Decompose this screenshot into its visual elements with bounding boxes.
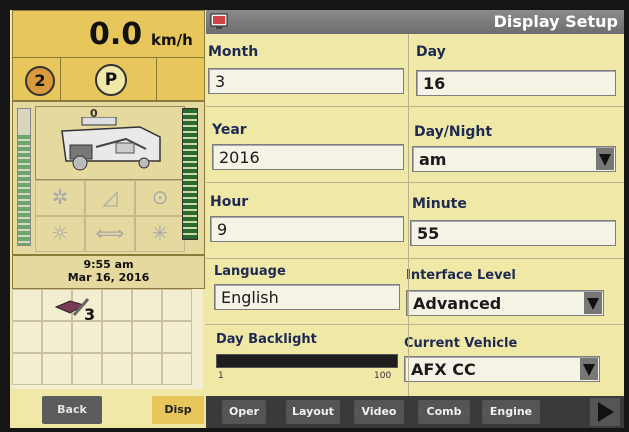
day-night-value: am [419, 150, 447, 169]
clock: 9:55 am Mar 16, 2016 [12, 255, 205, 289]
hazard-icon: ⟺ [85, 216, 135, 252]
gear-icon: 2 [25, 66, 55, 96]
minute-field[interactable]: 55 [410, 220, 616, 246]
tab-oper[interactable]: Oper [222, 400, 266, 424]
monitor-bezel: 0.0 km/h 2 P 0 ✲ ◿ ⊙ ☼ ⟺ ✳ 9:55 am Mar 1… [0, 0, 629, 432]
year-label: Year [212, 122, 247, 138]
park-icon: P [95, 64, 127, 96]
ramp-icon: ◿ [85, 180, 135, 216]
month-label: Month [208, 44, 259, 60]
wrench-count: 3 [84, 305, 96, 324]
chevron-down-icon[interactable] [596, 148, 614, 170]
year-field[interactable]: 2016 [212, 144, 404, 170]
screen: 0.0 km/h 2 P 0 ✲ ◿ ⊙ ☼ ⟺ ✳ 9:55 am Mar 1… [10, 10, 624, 428]
combine-view: 0 [35, 106, 185, 180]
current-vehicle-dropdown[interactable]: AFX CC [404, 356, 600, 382]
beacon-icon: ✳ [135, 216, 185, 252]
disp-button[interactable]: Disp [152, 396, 204, 424]
gear-cell: 2 [12, 57, 62, 101]
clock-time: 9:55 am [83, 258, 134, 271]
chevron-down-icon[interactable] [584, 292, 602, 314]
backlight-max: 100 [374, 371, 392, 381]
speed-display: 0.0 km/h [12, 10, 205, 64]
shortcut-grid: 3 [12, 289, 203, 389]
minute-label: Minute [412, 196, 467, 212]
interface-level-value: Advanced [413, 294, 502, 313]
status-column: 0.0 km/h 2 P 0 ✲ ◿ ⊙ ☼ ⟺ ✳ 9:55 am Mar 1… [12, 10, 206, 428]
gear-cell-empty [156, 57, 205, 101]
backlight-min: 1 [218, 371, 224, 381]
display-setup-panel: Display Setup Month 3 Day 16 Year 2016 D… [206, 10, 624, 396]
tab-engine[interactable]: Engine [482, 400, 540, 424]
page-title: Display Setup [493, 12, 618, 31]
title-bar: Display Setup [206, 10, 624, 34]
month-field[interactable]: 3 [208, 68, 404, 94]
header-count: 0 [90, 107, 98, 120]
speed-unit: km/h [151, 31, 193, 49]
language-label: Language [214, 264, 286, 279]
next-arrow-icon[interactable] [590, 398, 620, 426]
day-backlight-label: Day Backlight [216, 332, 317, 347]
display-setup-icon [210, 13, 228, 29]
hour-label: Hour [210, 194, 249, 210]
chevron-down-icon[interactable] [580, 358, 598, 380]
left-nav: Back Disp [12, 392, 206, 428]
day-night-dropdown[interactable]: am [412, 146, 616, 172]
park-cell: P [60, 57, 158, 101]
language-field[interactable]: English [214, 284, 400, 310]
hour-field[interactable]: 9 [210, 216, 404, 242]
day-night-label: Day/Night [414, 124, 493, 140]
speed-value: 0.0 [89, 17, 143, 52]
right-level-bar [182, 108, 198, 240]
back-button[interactable]: Back [42, 396, 102, 424]
function-icons-row-1: ✲ ◿ ⊙ [35, 180, 185, 216]
machine-panel: 0 ✲ ◿ ⊙ ☼ ⟺ ✳ [12, 101, 205, 255]
bottom-tab-bar: Oper Layout Video Comb Engine [206, 396, 624, 428]
left-level-bar [17, 108, 31, 246]
current-vehicle-label: Current Vehicle [404, 336, 518, 351]
snowflake-icon: ✲ [35, 180, 85, 216]
tab-layout[interactable]: Layout [286, 400, 340, 424]
tab-comb[interactable]: Comb [418, 400, 470, 424]
combine-icon [61, 117, 161, 171]
day-backlight-slider[interactable] [216, 354, 398, 368]
current-vehicle-value: AFX CC [411, 360, 476, 379]
headlight-icon: ☼ [35, 216, 85, 252]
day-field[interactable]: 16 [416, 70, 616, 96]
day-label: Day [416, 44, 446, 60]
chain-icon: ⊙ [135, 180, 185, 216]
interface-level-dropdown[interactable]: Advanced [406, 290, 604, 316]
interface-level-label: Interface Level [406, 268, 516, 283]
clock-date: Mar 16, 2016 [67, 271, 150, 284]
function-icons-row-2: ☼ ⟺ ✳ [35, 216, 185, 252]
tab-video[interactable]: Video [354, 400, 404, 424]
gear-row: 2 P [12, 57, 205, 101]
